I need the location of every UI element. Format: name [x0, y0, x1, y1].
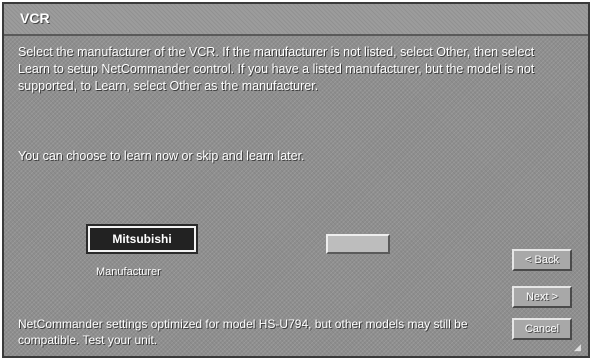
back-button[interactable]: < Back [512, 249, 572, 271]
resize-grip-icon[interactable]: ◢ [574, 342, 584, 352]
manufacturer-select[interactable]: Mitsubishi [86, 224, 198, 254]
next-button[interactable]: Next > [512, 286, 572, 308]
manufacturer-label: Manufacturer [96, 266, 161, 278]
learn-button[interactable] [326, 234, 390, 254]
title-bar: VCR [4, 4, 588, 36]
instructions-paragraph-2: You can choose to learn now or skip and … [18, 149, 305, 163]
window-title: VCR [20, 10, 50, 26]
instructions-paragraph-1: Select the manufacturer of the VCR. If t… [18, 45, 535, 93]
vcr-setup-window: VCR Select the manufacturer of the VCR. … [2, 2, 590, 358]
cancel-button[interactable]: Cancel [512, 318, 572, 340]
compatibility-note: NetCommander settings optimized for mode… [18, 317, 468, 347]
